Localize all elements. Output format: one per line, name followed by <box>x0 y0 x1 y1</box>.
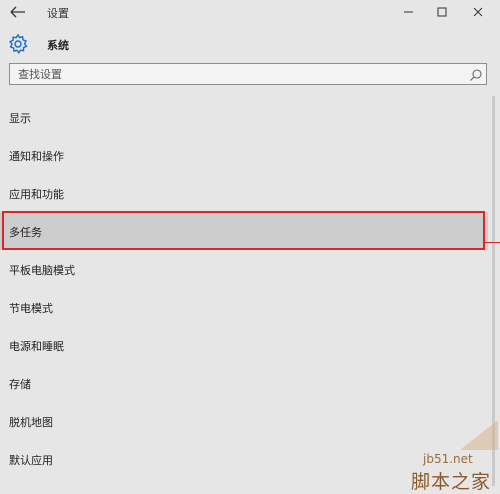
page-title: 系统 <box>47 39 69 52</box>
maximize-icon <box>437 7 447 17</box>
back-button[interactable] <box>8 3 30 21</box>
menu-item-label: 电源和睡眠 <box>9 340 64 353</box>
close-button[interactable] <box>465 3 491 21</box>
watermark-site: jb51.net <box>423 452 473 466</box>
menu-item-label: 脱机地图 <box>9 416 53 429</box>
menu-item-display[interactable]: 显示 <box>0 98 488 136</box>
search-icon[interactable] <box>469 67 483 81</box>
menu-item-label: 存储 <box>9 378 31 391</box>
search-input[interactable] <box>18 66 448 82</box>
menu-item-tablet-mode[interactable]: 平板电脑模式 <box>0 250 488 288</box>
minimize-button[interactable] <box>395 3 421 21</box>
watermark: jb51.net 脚本之家 <box>380 420 498 493</box>
menu-item-multitasking[interactable]: 多任务 <box>0 212 488 250</box>
menu-item-power-sleep[interactable]: 电源和睡眠 <box>0 326 488 364</box>
gear-icon <box>7 33 29 55</box>
menu-item-battery-saver[interactable]: 节电模式 <box>0 288 488 326</box>
menu-item-label: 应用和功能 <box>9 188 64 201</box>
maximize-button[interactable] <box>429 3 455 21</box>
watermark-name: 脚本之家 <box>411 471 492 493</box>
menu-item-label: 节电模式 <box>9 302 53 315</box>
search-box[interactable] <box>9 63 487 85</box>
menu-item-apps-features[interactable]: 应用和功能 <box>0 174 488 212</box>
menu-item-label: 默认应用 <box>9 454 53 467</box>
title-bar: 设置 <box>0 0 500 24</box>
window-title: 设置 <box>47 7 69 20</box>
page-header: 系统 <box>0 32 500 56</box>
close-icon <box>473 7 483 17</box>
menu-item-label: 通知和操作 <box>9 150 64 163</box>
menu-item-label: 多任务 <box>9 226 42 239</box>
settings-window: 设置 系统 查找设置 显示 通知和操作 应用和功能 多任务 平板电脑模式 节电模… <box>0 0 500 494</box>
minimize-icon <box>404 11 413 13</box>
menu-item-label: 显示 <box>9 112 31 125</box>
menu-item-storage[interactable]: 存储 <box>0 364 488 402</box>
menu-item-notifications[interactable]: 通知和操作 <box>0 136 488 174</box>
back-arrow-icon <box>10 6 25 18</box>
menu-item-label: 平板电脑模式 <box>9 264 75 277</box>
